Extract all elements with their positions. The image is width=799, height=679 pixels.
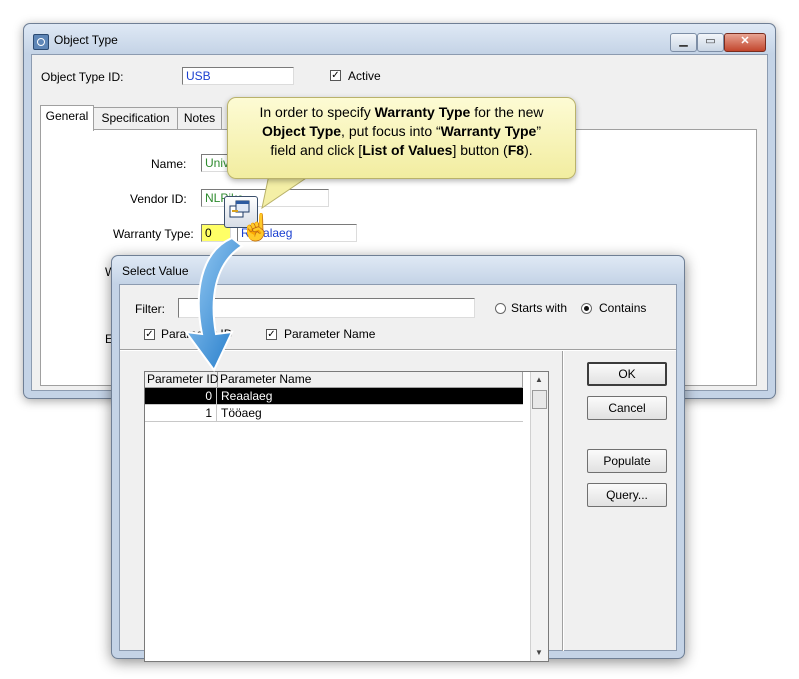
scroll-down-icon[interactable]: ▼ — [535, 648, 543, 657]
maximize-button[interactable]: ▭ — [697, 33, 724, 52]
scroll-up-icon[interactable]: ▲ — [535, 375, 543, 384]
hand-pointer-icon: ☝ — [240, 212, 273, 242]
minimize-button[interactable]: ▁ — [670, 33, 697, 52]
curved-arrow-icon — [183, 236, 244, 372]
vendor-id-label: Vendor ID: — [130, 192, 187, 206]
cell-parameter-id: 1 — [145, 405, 217, 421]
close-button[interactable]: ✕ — [724, 33, 766, 52]
cell-parameter-name: Tööaeg — [221, 406, 262, 420]
table-row[interactable]: 1 Tööaeg — [145, 405, 523, 422]
filter-label: Filter: — [135, 302, 165, 316]
active-label: Active — [348, 69, 381, 83]
table-row[interactable]: 0 Reaalaeg — [145, 388, 523, 405]
starts-with-label: Starts with — [511, 301, 568, 315]
cell-parameter-name: Reaalaeg — [221, 389, 273, 403]
column-header-parameter-id[interactable]: Parameter ID — [145, 372, 218, 388]
app-icon — [33, 34, 49, 50]
callout-line-2: Object Type, put focus into “Warranty Ty… — [261, 123, 542, 139]
active-checkbox[interactable]: ✓ — [330, 70, 341, 81]
object-type-id-field[interactable]: USB — [182, 67, 294, 85]
instruction-callout: In order to specify Warranty Type for th… — [227, 97, 576, 179]
tab-notes[interactable]: Notes — [177, 107, 222, 129]
object-type-id-label: Object Type ID: — [41, 70, 124, 84]
tab-specification[interactable]: Specification — [93, 107, 178, 129]
ok-button[interactable]: OK — [587, 362, 667, 386]
dialog-separator-vertical — [562, 351, 564, 651]
cell-parameter-id: 0 — [145, 388, 217, 404]
parameter-grid[interactable]: Parameter ID Parameter Name 0 Reaalaeg 1… — [144, 371, 549, 662]
param-id-checkbox[interactable]: ✓ — [144, 329, 155, 340]
starts-with-radio[interactable] — [495, 303, 506, 314]
title-bar[interactable]: Object Type ▁ ▭ ✕ — [24, 24, 775, 54]
dialog-title: Select Value — [122, 264, 189, 278]
name-label: Name: — [151, 157, 187, 171]
grid-scrollbar[interactable]: ▲ ▼ — [530, 372, 548, 661]
tab-general[interactable]: General — [40, 105, 94, 131]
callout-line-3: field and click [List of Values] button … — [270, 142, 533, 158]
populate-button[interactable]: Populate — [587, 449, 667, 473]
query-button[interactable]: Query... — [587, 483, 667, 507]
contains-label: Contains — [599, 301, 647, 315]
cancel-button[interactable]: Cancel — [587, 396, 667, 420]
window-title: Object Type — [54, 33, 118, 47]
contains-radio[interactable] — [581, 303, 592, 314]
param-name-checkbox[interactable]: ✓ — [266, 329, 277, 340]
scroll-thumb[interactable] — [532, 390, 547, 409]
param-name-checkbox-label: Parameter Name — [284, 327, 376, 341]
column-header-parameter-name[interactable]: Parameter Name — [218, 372, 523, 388]
callout-line-1: In order to specify Warranty Type for th… — [259, 104, 544, 120]
